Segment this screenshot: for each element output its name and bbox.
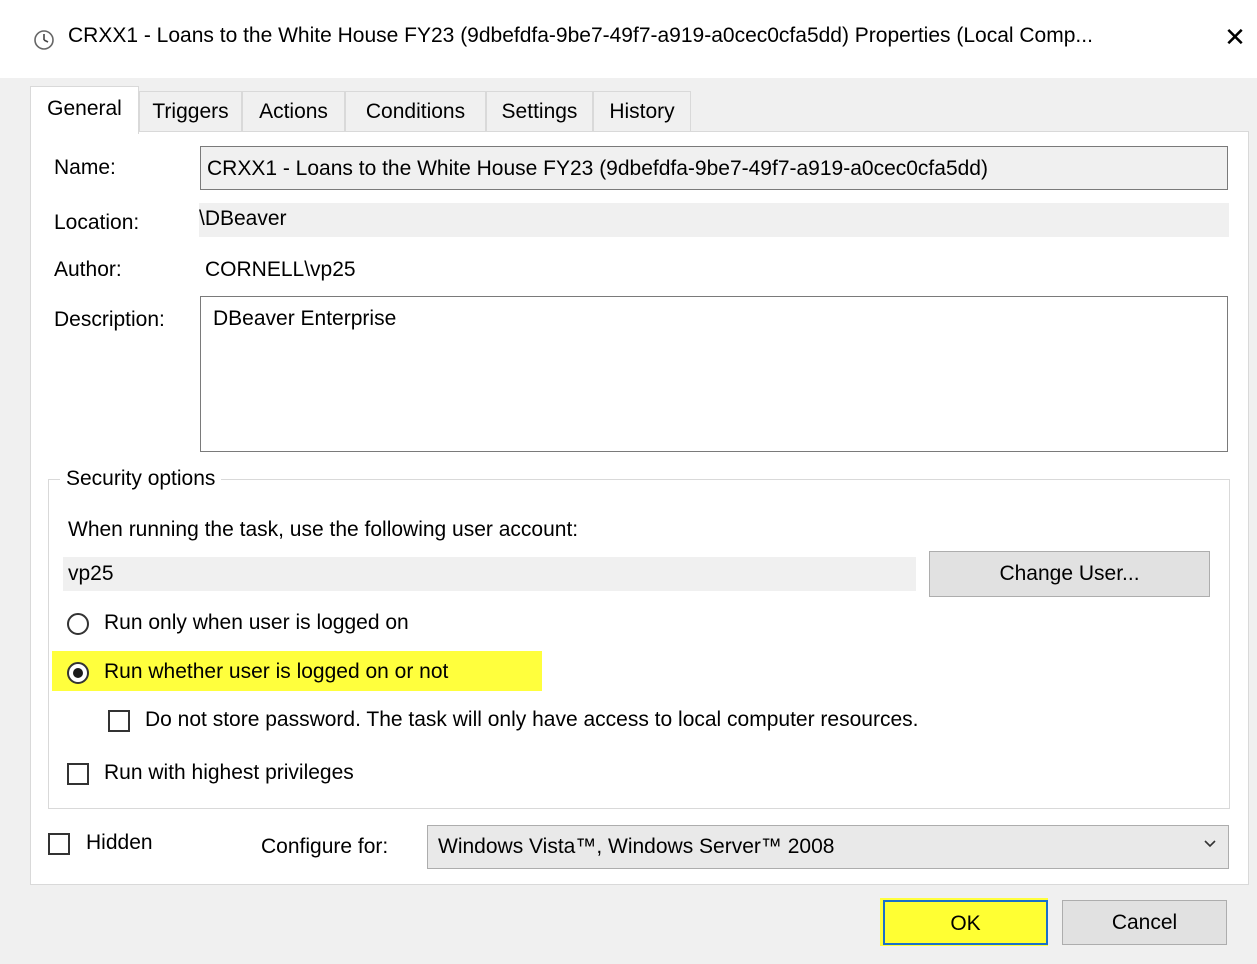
location-field: \DBeaver bbox=[199, 203, 1229, 237]
clock-icon bbox=[34, 30, 54, 50]
run-whether-label[interactable]: Run whether user is logged on or not bbox=[104, 660, 448, 684]
configure-for-select[interactable]: Windows Vista™, Windows Server™ 2008 bbox=[427, 825, 1229, 869]
no-store-password-checkbox[interactable] bbox=[108, 710, 130, 732]
tab-history[interactable]: History bbox=[593, 91, 691, 132]
change-user-button[interactable]: Change User... bbox=[929, 551, 1210, 597]
chevron-down-icon bbox=[1204, 840, 1216, 848]
configure-for-value: Windows Vista™, Windows Server™ 2008 bbox=[438, 835, 835, 858]
run-logged-on-label[interactable]: Run only when user is logged on bbox=[104, 611, 409, 635]
highest-privileges-checkbox[interactable] bbox=[67, 763, 89, 785]
tab-settings[interactable]: Settings bbox=[486, 91, 593, 132]
name-label: Name: bbox=[54, 156, 116, 179]
hidden-checkbox[interactable] bbox=[48, 833, 70, 855]
description-field[interactable]: DBeaver Enterprise bbox=[200, 296, 1228, 452]
name-field[interactable]: CRXX1 - Loans to the White House FY23 (9… bbox=[200, 146, 1228, 190]
tab-triggers[interactable]: Triggers bbox=[139, 91, 242, 132]
tab-conditions[interactable]: Conditions bbox=[345, 91, 486, 132]
cancel-button[interactable]: Cancel bbox=[1062, 900, 1227, 945]
security-options-legend: Security options bbox=[60, 467, 222, 491]
configure-for-label: Configure for: bbox=[261, 835, 389, 858]
author-label: Author: bbox=[54, 258, 122, 281]
run-logged-on-radio[interactable] bbox=[67, 613, 89, 635]
radio-selected-dot bbox=[73, 668, 83, 678]
title-bar: CRXX1 - Loans to the White House FY23 (9… bbox=[0, 0, 1257, 78]
tab-general[interactable]: General bbox=[30, 86, 139, 134]
close-icon[interactable]: ✕ bbox=[1220, 22, 1250, 52]
ok-button[interactable]: OK bbox=[883, 900, 1048, 945]
user-account-field: vp25 bbox=[63, 557, 916, 591]
tab-actions[interactable]: Actions bbox=[242, 91, 345, 132]
task-properties-dialog: CRXX1 - Loans to the White House FY23 (9… bbox=[0, 0, 1257, 964]
no-store-password-label[interactable]: Do not store password. The task will onl… bbox=[145, 708, 918, 732]
highest-privileges-label[interactable]: Run with highest privileges bbox=[104, 761, 354, 785]
run-whether-radio[interactable] bbox=[67, 662, 89, 684]
location-label: Location: bbox=[54, 211, 140, 234]
description-label: Description: bbox=[54, 308, 165, 331]
window-title: CRXX1 - Loans to the White House FY23 (9… bbox=[68, 24, 1093, 47]
author-field: CORNELL\vp25 bbox=[205, 258, 356, 281]
account-prompt: When running the task, use the following… bbox=[68, 518, 579, 541]
hidden-label[interactable]: Hidden bbox=[86, 831, 153, 855]
